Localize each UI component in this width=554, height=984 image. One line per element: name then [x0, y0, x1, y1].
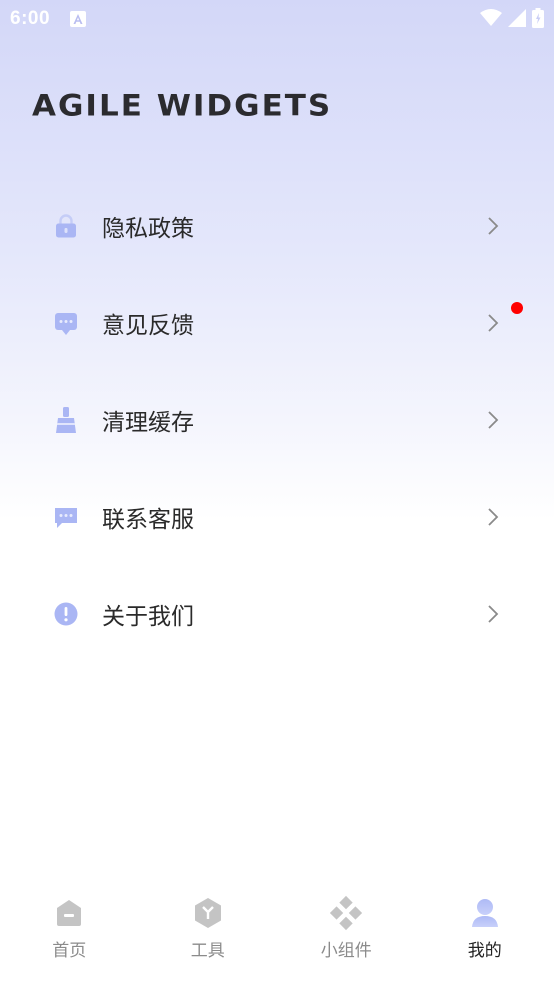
menu-item-label: 意见反馈 [102, 312, 194, 339]
menu-item-feedback[interactable]: 意见反馈 [0, 274, 554, 371]
chevron-right-icon [488, 604, 499, 623]
menu-item-about-us[interactable]: 关于我们 [0, 565, 554, 662]
status-bar: 6:00 [0, 0, 554, 38]
feedback-icon [52, 309, 80, 337]
chevron-right-icon [488, 507, 499, 526]
menu-item-privacy-policy[interactable]: 隐私政策 [0, 177, 554, 274]
bottom-nav: 首页 工具 小组件 我的 [0, 868, 554, 984]
info-icon [52, 600, 80, 628]
settings-menu: 隐私政策 意见反馈 清理缓存 联系客服 关于我们 [0, 177, 554, 662]
a-notification-icon [70, 11, 87, 27]
tab-label: 小组件 [320, 941, 372, 961]
tab-home[interactable]: 首页 [0, 868, 139, 984]
status-icons [480, 8, 544, 28]
chevron-right-icon [488, 216, 499, 235]
tab-profile[interactable]: 我的 [416, 868, 554, 984]
signal-icon [508, 9, 526, 27]
chevron-right-icon [488, 313, 499, 332]
tab-label: 我的 [467, 941, 502, 961]
menu-item-label: 联系客服 [102, 506, 194, 533]
tab-label: 首页 [52, 941, 87, 961]
app-title: AGILE WIDGETS [32, 88, 333, 124]
menu-item-label: 隐私政策 [102, 215, 194, 242]
menu-item-clear-cache[interactable]: 清理缓存 [0, 371, 554, 468]
broom-icon [52, 406, 80, 434]
tools-icon [191, 896, 225, 930]
lock-icon [52, 212, 80, 240]
notification-badge [511, 302, 523, 314]
tab-widgets[interactable]: 小组件 [277, 868, 416, 984]
tab-label: 工具 [190, 941, 225, 961]
home-icon [52, 896, 86, 930]
status-time: 6:00 [10, 8, 51, 29]
profile-icon [468, 896, 502, 930]
tab-tools[interactable]: 工具 [139, 868, 278, 984]
menu-item-label: 关于我们 [102, 603, 194, 630]
chevron-right-icon [488, 410, 499, 429]
chat-icon [52, 503, 80, 531]
wifi-icon [480, 9, 502, 26]
menu-item-contact-support[interactable]: 联系客服 [0, 468, 554, 565]
widgets-icon [329, 895, 363, 931]
battery-icon [532, 8, 544, 28]
menu-item-label: 清理缓存 [102, 409, 194, 436]
